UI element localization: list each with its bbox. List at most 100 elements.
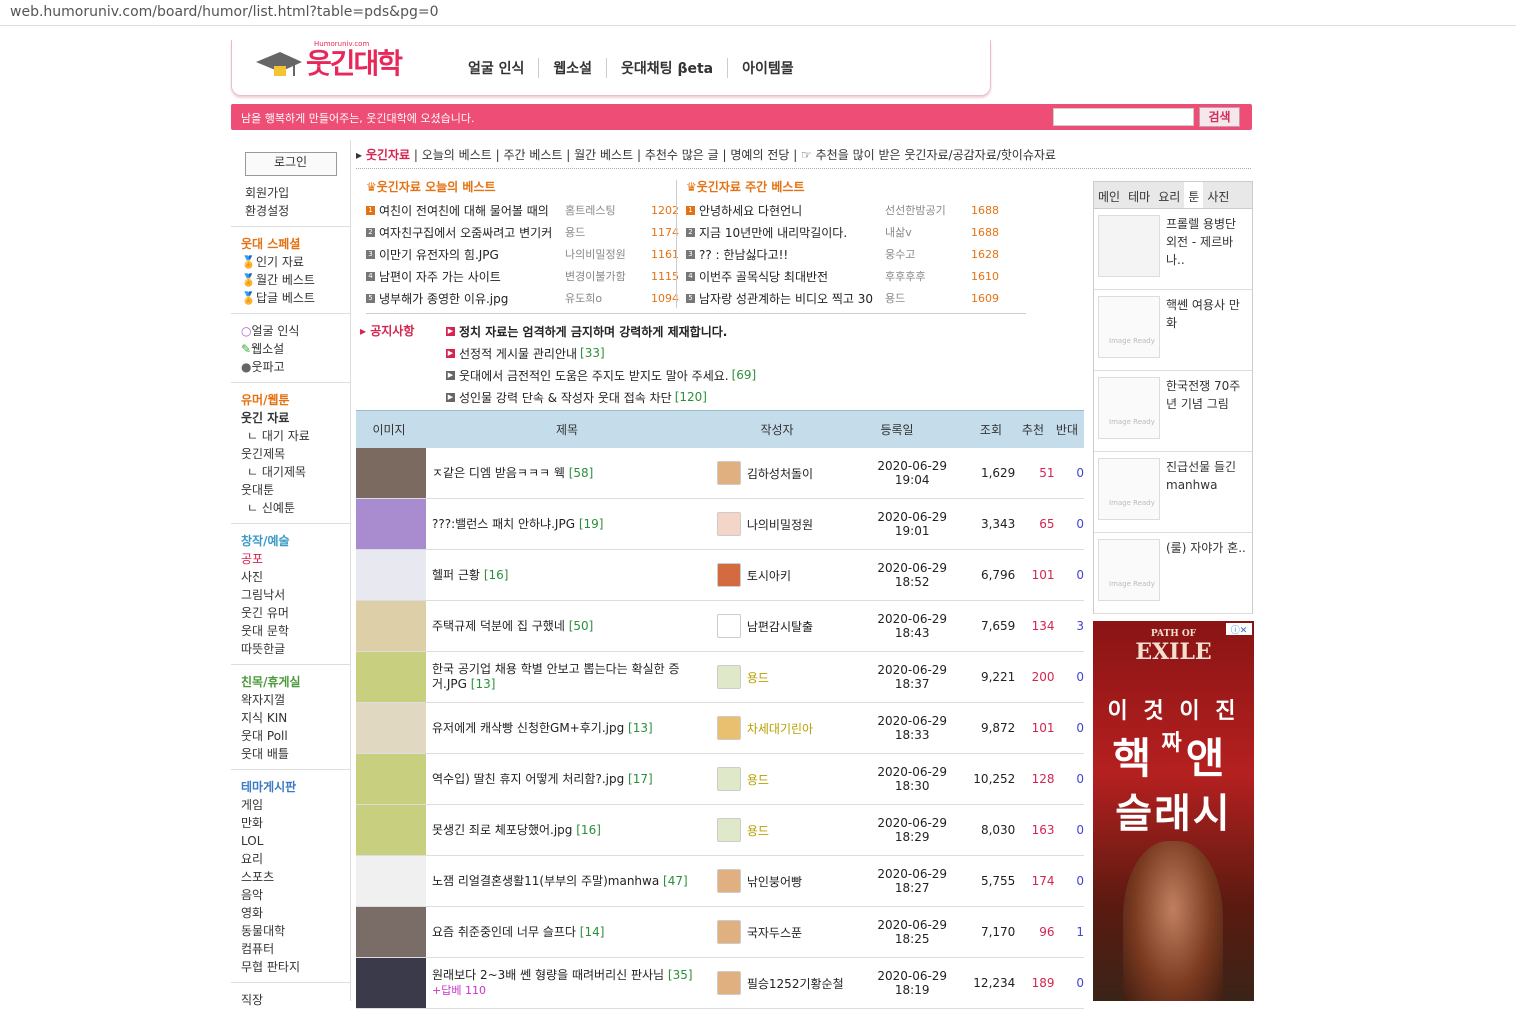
toon-thumbnail[interactable]: Image Ready xyxy=(1098,539,1160,601)
best-row[interactable]: 5 남자랑 성관계하는 비디오 찍고 30 용드 1609 xyxy=(686,287,1002,309)
post-thumbnail[interactable] xyxy=(356,601,426,651)
toon-item[interactable]: Image Ready 핵쎈 여용사 만화 xyxy=(1094,290,1252,371)
subtab-mostrec[interactable]: 추천수 많은 글 xyxy=(645,148,719,162)
nav-itemmall[interactable]: 아이템몰 xyxy=(727,58,808,78)
table-row[interactable]: 유저에게 캐삭빵 신청한GM+후기.jpg [13] 차세대기린아 2020-06-… xyxy=(356,703,1084,754)
writer-name[interactable]: 나의비밀정원 xyxy=(747,516,813,533)
post-title-cell[interactable]: 한국 공기업 채용 학별 안보고 뽑는다는 확실한 증거.JPG [13] xyxy=(426,662,711,692)
theme-item[interactable]: 무협 판타지 xyxy=(241,958,350,976)
post-title[interactable]: 한국 공기업 채용 학별 안보고 뽑는다는 확실한 증거.JPG xyxy=(432,662,680,691)
theme-item[interactable]: 게임 xyxy=(241,796,350,814)
post-thumbnail[interactable] xyxy=(356,754,426,804)
humor-item[interactable]: 웃긴제목 xyxy=(241,445,350,463)
tab-photo[interactable]: 사진 xyxy=(1203,182,1233,208)
post-title-cell[interactable]: 주택규제 덕분에 집 구했네 [50] xyxy=(426,619,711,634)
notice-item[interactable]: ▶ 정치 자료는 엄격하게 금지하며 강력하게 제재합니다. xyxy=(446,320,756,342)
writer-cell[interactable]: 김하성처돌이 xyxy=(711,461,858,485)
best-row[interactable]: 2 지금 10년만에 내리막길이다. 내삶v 1688 xyxy=(686,221,1002,243)
humor-item[interactable]: 웃긴 자료 xyxy=(241,409,350,427)
theme-item[interactable]: 만화 xyxy=(241,814,350,832)
advertisement[interactable]: ⓘ✕ PATH OF EXILE 이 것 이 진 짜 핵 앤 슬래시 xyxy=(1093,621,1254,1001)
post-title[interactable]: 원래보다 2~3배 쎈 형량을 때려버리신 판사님 xyxy=(432,968,664,982)
subtab-month[interactable]: 월간 베스트 xyxy=(574,148,633,162)
best-title[interactable]: 지금 10년만에 내리막길이다. xyxy=(699,224,885,241)
writer-name[interactable]: 차세대기린아 xyxy=(747,720,813,737)
table-row[interactable]: 역수입) 딸친 휴지 어떻게 처리함?.jpg [17] 용드 2020-06-29… xyxy=(356,754,1084,805)
theme-item-job[interactable]: 직장 xyxy=(241,991,350,1009)
theme-item[interactable]: 음악 xyxy=(241,886,350,904)
table-row[interactable]: 헬퍼 근황 [16] 토시아키 2020-06-29 18:52 6,796 101 0 xyxy=(356,550,1084,601)
writer-cell[interactable]: 나의비밀정원 xyxy=(711,512,858,536)
post-thumbnail[interactable] xyxy=(356,550,426,600)
best-author[interactable]: 용드 xyxy=(885,290,965,306)
table-row[interactable]: 주택규제 덕분에 집 구했네 [50] 남편감시탈출 2020-06-29 18:4… xyxy=(356,601,1084,652)
post-title-cell[interactable]: 못생긴 죄로 체포당했어.jpg [16] xyxy=(426,823,711,838)
nav-webnovel[interactable]: 웹소설 xyxy=(538,58,606,78)
post-title[interactable]: 못생긴 죄로 체포당했어.jpg xyxy=(432,823,572,837)
toon-item[interactable]: 프롤렐 용병단 외전 - 제르바나.. xyxy=(1094,209,1252,290)
writer-cell[interactable]: 토시아키 xyxy=(711,563,858,587)
best-row[interactable]: 5 냉부해가 종영한 이유.jpg 유도희o 1094 xyxy=(366,287,682,309)
toon-item[interactable]: Image Ready 한국전쟁 70주년 기념 그림 xyxy=(1094,371,1252,452)
tab-theme[interactable]: 테마 xyxy=(1124,182,1154,208)
notice-item[interactable]: ▶ 선정적 게시물 관리안내 [33] xyxy=(446,342,756,364)
search-button[interactable]: 검색 xyxy=(1199,107,1240,127)
post-thumbnail[interactable] xyxy=(356,907,426,957)
social-item[interactable]: 웃대 Poll xyxy=(241,727,350,745)
best-title[interactable]: 남편이 자주 가는 사이트 xyxy=(379,268,565,285)
special-popular[interactable]: 🏅인기 자료 xyxy=(241,253,350,271)
login-button[interactable]: 로그인 xyxy=(244,152,337,176)
best-author[interactable]: 후후후후 xyxy=(885,268,965,284)
best-author[interactable]: 유도희o xyxy=(565,290,645,306)
special-monthly[interactable]: 🏅월간 베스트 xyxy=(241,271,350,289)
tool-wootpago[interactable]: ●웃파고 xyxy=(241,358,350,376)
best-row[interactable]: 3 이만기 유전자의 힘.JPG 나의비밀정원 1161 xyxy=(366,243,682,265)
best-row[interactable]: 4 이번주 골목식당 최대반전 후후후후 1610 xyxy=(686,265,1002,287)
toon-thumbnail[interactable]: Image Ready xyxy=(1098,377,1160,439)
post-title-cell[interactable]: 노잼 리얼결혼생활11(부부의 주말)manhwa [47] xyxy=(426,874,711,889)
best-author[interactable]: 웅수고 xyxy=(885,246,965,262)
toon-thumbnail[interactable] xyxy=(1098,215,1160,277)
writer-cell[interactable]: 남편감시탈출 xyxy=(711,614,858,638)
table-row[interactable]: 노잼 리얼결혼생활11(부부의 주말)manhwa [47] 낚인붕어빵 2020-… xyxy=(356,856,1084,907)
post-title-cell[interactable]: 요즘 취준중인데 너무 슬프다 [14] xyxy=(426,925,711,940)
theme-item[interactable]: 스포츠 xyxy=(241,868,350,886)
table-row[interactable]: 못생긴 죄로 체포당했어.jpg [16] 용드 2020-06-29 18:29 8… xyxy=(356,805,1084,856)
writer-cell[interactable]: 낚인붕어빵 xyxy=(711,869,858,893)
best-row[interactable]: 2 여자친구집에서 오줌싸려고 변기커 용드 1174 xyxy=(366,221,682,243)
theme-item[interactable]: LOL xyxy=(241,832,350,850)
notice-title[interactable]: 웃대에서 금전적인 도움은 주지도 받지도 말아 주세요. xyxy=(459,367,729,384)
writer-cell[interactable]: 용드 xyxy=(711,818,858,842)
writer-name[interactable]: 용드 xyxy=(747,669,769,686)
humor-item[interactable]: 웃대툰 xyxy=(241,481,350,499)
creative-item[interactable]: 따뜻한글 xyxy=(241,640,350,658)
subtab-today[interactable]: 오늘의 베스트 xyxy=(422,148,492,162)
humor-item[interactable]: ㄴ 신예툰 xyxy=(241,499,350,517)
notice-title[interactable]: 성인물 강력 단속 & 작성자 웃대 접속 차단 xyxy=(459,389,672,406)
best-title[interactable]: 남자랑 성관계하는 비디오 찍고 30 xyxy=(699,290,885,307)
humor-item[interactable]: ㄴ 대기 자료 xyxy=(241,427,350,445)
tool-webnovel[interactable]: ✎웹소설 xyxy=(241,340,350,358)
post-thumbnail[interactable] xyxy=(356,448,426,498)
theme-item[interactable]: 요리 xyxy=(241,850,350,868)
post-thumbnail[interactable] xyxy=(356,652,426,702)
search-input[interactable] xyxy=(1053,108,1194,126)
post-title-cell[interactable]: 유저에게 캐삭빵 신청한GM+후기.jpg [13] xyxy=(426,721,711,736)
site-logo[interactable]: Humoruniv.com 웃긴대학 xyxy=(254,40,414,86)
creative-item[interactable]: 웃대 문학 xyxy=(241,622,350,640)
notice-title[interactable]: 정치 자료는 엄격하게 금지하며 강력하게 제재합니다. xyxy=(459,323,727,340)
post-title[interactable]: 헬퍼 근황 xyxy=(432,568,480,582)
notice-item[interactable]: ▶ 웃대에서 금전적인 도움은 주지도 받지도 말아 주세요. [69] xyxy=(446,364,756,386)
best-title[interactable]: ?? : 한남싫다고!! xyxy=(699,246,885,263)
best-title[interactable]: 안녕하세요 다현언니 xyxy=(699,202,885,219)
creative-item[interactable]: 사진 xyxy=(241,568,350,586)
post-thumbnail[interactable] xyxy=(356,856,426,906)
writer-name[interactable]: 국자두스푼 xyxy=(747,924,802,941)
toon-title[interactable]: (룰) 자야가 혼.. xyxy=(1160,539,1246,607)
writer-cell[interactable]: 필승1252기황순철 xyxy=(711,971,858,995)
writer-cell[interactable]: 용드 xyxy=(711,767,858,791)
post-title-cell[interactable]: ㅈ같은 디엠 받음ㅋㅋㅋ 웩 [58] xyxy=(426,466,711,481)
humor-item[interactable]: ㄴ 대기제목 xyxy=(241,463,350,481)
notice-title[interactable]: 선정적 게시물 관리안내 xyxy=(459,345,577,362)
best-row[interactable]: 1 여친이 전여친에 대해 물어볼 때의 홈트레스팅 1202 xyxy=(366,199,682,221)
